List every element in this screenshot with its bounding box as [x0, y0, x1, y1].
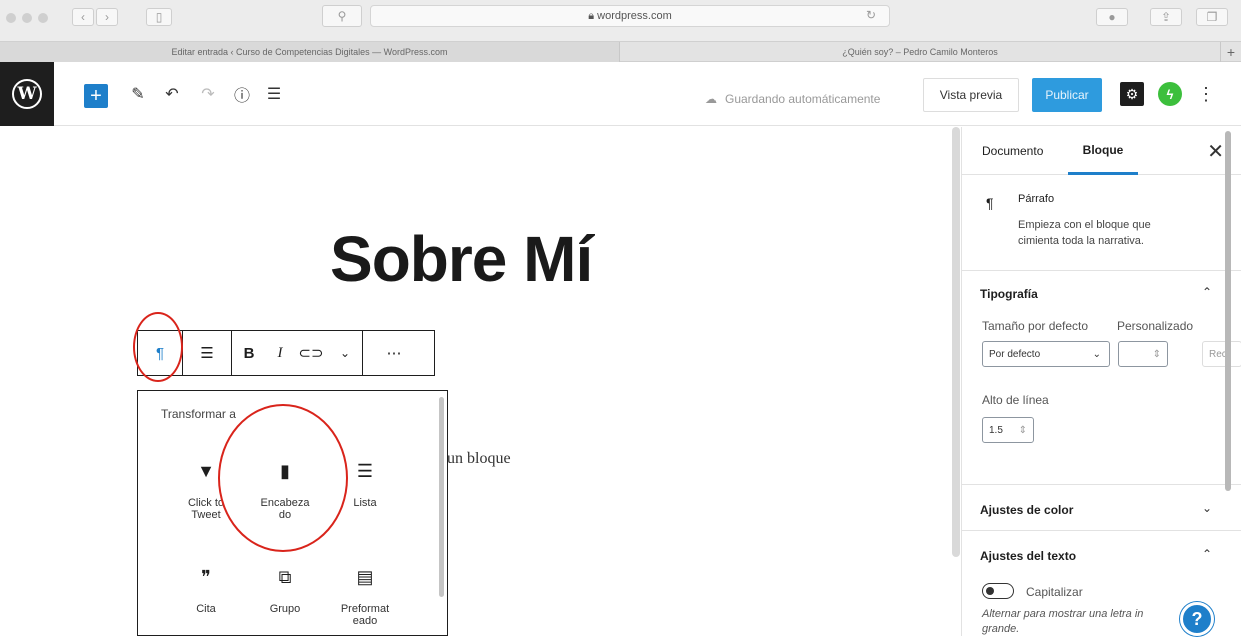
chevron-down-icon[interactable]: ⌄ — [328, 331, 362, 375]
transform-quote[interactable]: ❞ Cita — [166, 567, 246, 615]
transform-scrollbar[interactable] — [439, 397, 444, 597]
list-icon: ☰ — [356, 461, 374, 481]
more-block-options-button[interactable]: ⋯ — [363, 331, 425, 375]
color-title[interactable]: Ajustes de color — [980, 503, 1073, 517]
sidebar-tabs: Documento Bloque ✕ — [962, 127, 1241, 175]
group-icon: ⧉ — [278, 567, 292, 587]
editor-scrollbar[interactable] — [952, 127, 960, 557]
tab-block[interactable]: Bloque — [1068, 127, 1138, 175]
publish-button[interactable]: Publicar — [1032, 78, 1102, 112]
typography-title[interactable]: Tipografía — [980, 287, 1038, 301]
editor-header: W + ✎ ↶ ↷ ⓘ ☰ ☁ Guardando automáticament… — [0, 62, 1241, 126]
quote-icon: ❞ — [201, 567, 211, 587]
custom-size-input[interactable]: ⇕ — [1118, 341, 1168, 367]
block-name: Párrafo — [1018, 193, 1055, 205]
custom-size-label: Personalizado — [1117, 319, 1194, 333]
block-description: Empieza con el bloque que cimienta toda … — [1018, 219, 1151, 247]
tab-bar: Editar entrada ‹ Curso de Competencias D… — [0, 42, 1241, 62]
tab-quien-soy[interactable]: ¿Quién soy? – Pedro Camilo Monteros — [620, 42, 1220, 62]
sidebar-scrollbar[interactable] — [1225, 131, 1231, 491]
text-settings-title[interactable]: Ajustes del texto — [980, 549, 1076, 563]
capitalize-toggle[interactable] — [982, 583, 1014, 599]
help-icon[interactable]: ? — [1180, 602, 1214, 636]
chevron-down-icon: ⌄ — [1092, 348, 1101, 360]
transform-menu: Transformar a ▼ Click to Tweet ▮ Encabez… — [137, 390, 448, 636]
cloud-icon: ☁ — [705, 92, 717, 106]
paragraph-icon: ¶ — [986, 195, 994, 211]
chevron-up-icon[interactable]: ⌃ — [1202, 547, 1212, 561]
search-button[interactable]: ⚲ — [322, 5, 362, 27]
browser-chrome: ‹ › ▯ ⚲ 🔒︎ wordpress.com ↻ ● ⇪ ❐ — [0, 0, 1241, 42]
new-tab-button[interactable]: + — [1220, 42, 1241, 62]
post-title[interactable]: Sobre Mí — [330, 222, 593, 296]
url-text: wordpress.com — [597, 10, 672, 22]
preformatted-icon: ▤ — [356, 567, 374, 587]
transform-heading[interactable]: ▮ Encabeza do — [245, 461, 325, 521]
redo-icon[interactable]: ↷ — [196, 82, 220, 106]
edit-pen-icon[interactable]: ✎ — [126, 82, 150, 106]
stepper-icon: ⇕ — [1018, 424, 1027, 436]
window-controls[interactable] — [6, 13, 48, 23]
preview-button[interactable]: Vista previa — [923, 78, 1019, 112]
bird-icon: ▼ — [197, 461, 215, 481]
extensions-button[interactable]: ● — [1096, 8, 1128, 26]
stepper-icon: ⇕ — [1152, 348, 1161, 360]
block-toolbar: ¶ ☰ B I ⊂⊃ ⌄ ⋯ — [137, 330, 435, 376]
transform-label: Transformar a — [161, 407, 236, 421]
settings-gear-icon[interactable]: ⚙ — [1120, 82, 1144, 106]
align-icon[interactable]: ☰ — [183, 331, 231, 375]
share-button[interactable]: ⇪ — [1150, 8, 1182, 26]
bold-button[interactable]: B — [232, 331, 266, 375]
outline-icon[interactable]: ☰ — [262, 82, 286, 106]
transform-click-to-tweet[interactable]: ▼ Click to Tweet — [166, 461, 246, 521]
line-height-input[interactable]: 1.5 ⇕ — [982, 417, 1034, 443]
jetpack-icon[interactable]: ϟ — [1158, 82, 1182, 106]
italic-button[interactable]: I — [266, 331, 294, 375]
tab-edit-post[interactable]: Editar entrada ‹ Curso de Competencias D… — [0, 42, 620, 62]
more-options-icon[interactable]: ⋮ — [1196, 82, 1216, 106]
close-icon[interactable]: ✕ — [1207, 139, 1224, 164]
chevron-down-icon[interactable]: ⌄ — [1202, 501, 1212, 515]
reset-button[interactable]: Rec — [1202, 341, 1241, 367]
typography-panel: Tipografía ⌃ Tamaño por defecto Personal… — [962, 271, 1241, 485]
chevron-up-icon[interactable]: ⌃ — [1202, 285, 1212, 299]
autosave-status: ☁ Guardando automáticamente — [705, 92, 881, 106]
link-icon[interactable]: ⊂⊃ — [294, 331, 328, 375]
bookmark-icon: ▮ — [280, 461, 290, 481]
info-icon[interactable]: ⓘ — [230, 82, 254, 106]
block-card: ¶ Párrafo Empieza con el bloque que cimi… — [962, 175, 1241, 271]
settings-sidebar: Documento Bloque ✕ ¶ Párrafo Empieza con… — [961, 127, 1241, 636]
transform-group[interactable]: ⧉ Grupo — [245, 567, 325, 615]
wordpress-logo[interactable]: W — [0, 62, 54, 126]
lock-icon: 🔒︎ — [588, 9, 598, 22]
back-button[interactable]: ‹ — [72, 8, 94, 26]
forward-button[interactable]: › — [96, 8, 118, 26]
tab-document[interactable]: Documento — [982, 127, 1043, 175]
color-panel[interactable]: Ajustes de color ⌄ — [962, 485, 1241, 531]
add-block-button[interactable]: + — [84, 84, 108, 108]
paragraph-icon[interactable]: ¶ — [138, 331, 182, 375]
reload-button[interactable]: ↻ — [858, 6, 884, 24]
undo-icon[interactable]: ↶ — [160, 82, 184, 106]
capitalize-hint: Alternar para mostrar una letra in grand… — [982, 608, 1144, 635]
tabs-overview-button[interactable]: ❐ — [1196, 8, 1228, 26]
sidebar-toggle-button[interactable]: ▯ — [146, 8, 172, 26]
font-size-select[interactable]: Por defecto ⌄ — [982, 341, 1110, 367]
capitalize-label: Capitalizar — [1026, 585, 1083, 599]
address-bar[interactable]: 🔒︎ wordpress.com — [370, 5, 890, 27]
font-size-label: Tamaño por defecto — [982, 319, 1089, 333]
transform-list[interactable]: ☰ Lista — [325, 461, 405, 509]
transform-preformatted[interactable]: ▤ Preformat eado — [325, 567, 405, 627]
paragraph-fragment[interactable]: un bloque — [447, 450, 511, 468]
line-height-label: Alto de línea — [982, 393, 1049, 407]
